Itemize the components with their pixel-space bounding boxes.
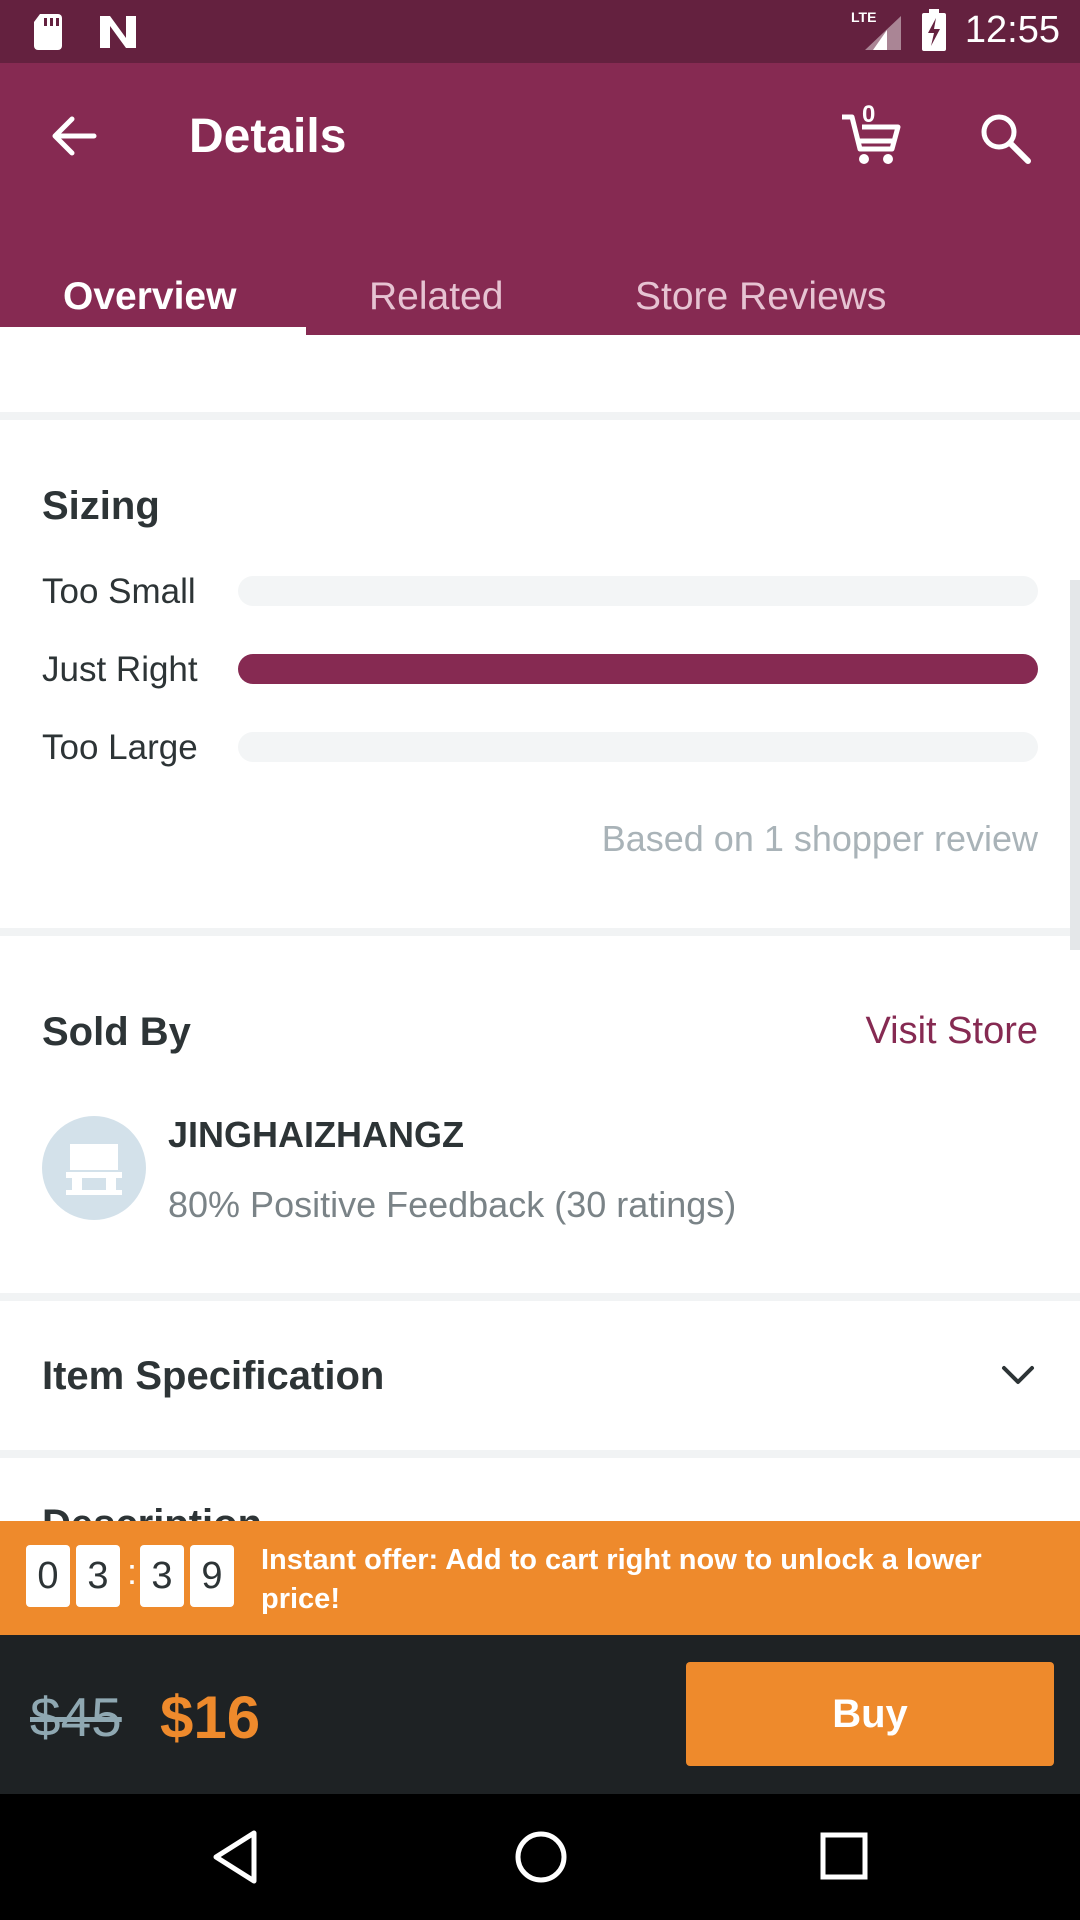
app-bar: Details 0 Overview Related Store Reviews xyxy=(0,63,1080,335)
page-title: Details xyxy=(189,110,347,163)
battery-charging-icon xyxy=(921,9,946,51)
sd-card-icon xyxy=(34,14,62,50)
nav-recents-icon[interactable] xyxy=(820,1832,868,1880)
size-bar-just-right xyxy=(238,654,1038,684)
seller-feedback: 80% Positive Feedback (30 ratings) xyxy=(168,1184,737,1225)
instant-offer-banner[interactable]: 0 3 : 3 9 Instant offer: Add to cart rig… xyxy=(0,1521,1080,1635)
section-divider xyxy=(0,1293,1080,1301)
size-label-just-right: Just Right xyxy=(42,650,198,689)
buy-button[interactable]: Buy xyxy=(686,1662,1054,1766)
sizing-title: Sizing xyxy=(42,484,160,528)
timer-digit: 3 xyxy=(140,1545,184,1607)
lte-signal-icon: LTE xyxy=(851,9,901,50)
store-avatar[interactable] xyxy=(42,1116,146,1220)
chevron-down-icon[interactable] xyxy=(1000,1362,1036,1388)
section-divider xyxy=(0,928,1080,936)
n-notification-icon xyxy=(100,16,136,48)
timer-digit: 9 xyxy=(190,1545,234,1607)
sold-by-title: Sold By xyxy=(42,1010,191,1054)
tab-store-reviews[interactable]: Store Reviews xyxy=(635,275,886,319)
tab-overview[interactable]: Overview xyxy=(63,275,236,319)
nav-back-icon[interactable] xyxy=(210,1829,260,1885)
section-divider xyxy=(0,412,1080,420)
store-icon xyxy=(66,1144,122,1195)
size-bar-fill xyxy=(238,654,1038,684)
item-specification-title[interactable]: Item Specification xyxy=(42,1354,384,1399)
visit-store-link[interactable]: Visit Store xyxy=(866,1010,1038,1053)
status-bar: LTE 12:55 xyxy=(0,0,1080,63)
price-bar: $45 $16 Buy xyxy=(0,1635,1080,1794)
size-label-too-small: Too Small xyxy=(42,572,196,611)
search-icon[interactable] xyxy=(978,111,1032,165)
system-nav-bar xyxy=(0,1794,1080,1920)
timer-digit: 3 xyxy=(76,1545,120,1607)
size-bar-too-large xyxy=(238,732,1038,762)
tab-bar: Overview Related Store Reviews xyxy=(0,253,1080,335)
tab-related[interactable]: Related xyxy=(369,275,503,319)
section-divider xyxy=(0,1450,1080,1458)
original-price: $45 xyxy=(30,1686,122,1748)
size-label-too-large: Too Large xyxy=(42,728,198,767)
size-bar-too-small xyxy=(238,576,1038,606)
svg-text:LTE: LTE xyxy=(851,9,876,25)
nav-home-icon[interactable] xyxy=(514,1830,568,1884)
timer-separator: : xyxy=(127,1551,138,1592)
timer-digit: 0 xyxy=(26,1545,70,1607)
sizing-review-note: Based on 1 shopper review xyxy=(601,818,1038,859)
clock: 12:55 xyxy=(964,8,1060,51)
tab-indicator xyxy=(0,327,306,335)
instant-offer-text: Instant offer: Add to cart right now to … xyxy=(261,1544,982,1615)
scrollbar[interactable] xyxy=(1070,580,1080,950)
cart-count-badge: 0 xyxy=(862,101,876,128)
sale-price: $16 xyxy=(160,1684,261,1751)
back-arrow-icon[interactable] xyxy=(48,111,98,161)
seller-name[interactable]: JINGHAIZHANGZ xyxy=(168,1114,464,1156)
